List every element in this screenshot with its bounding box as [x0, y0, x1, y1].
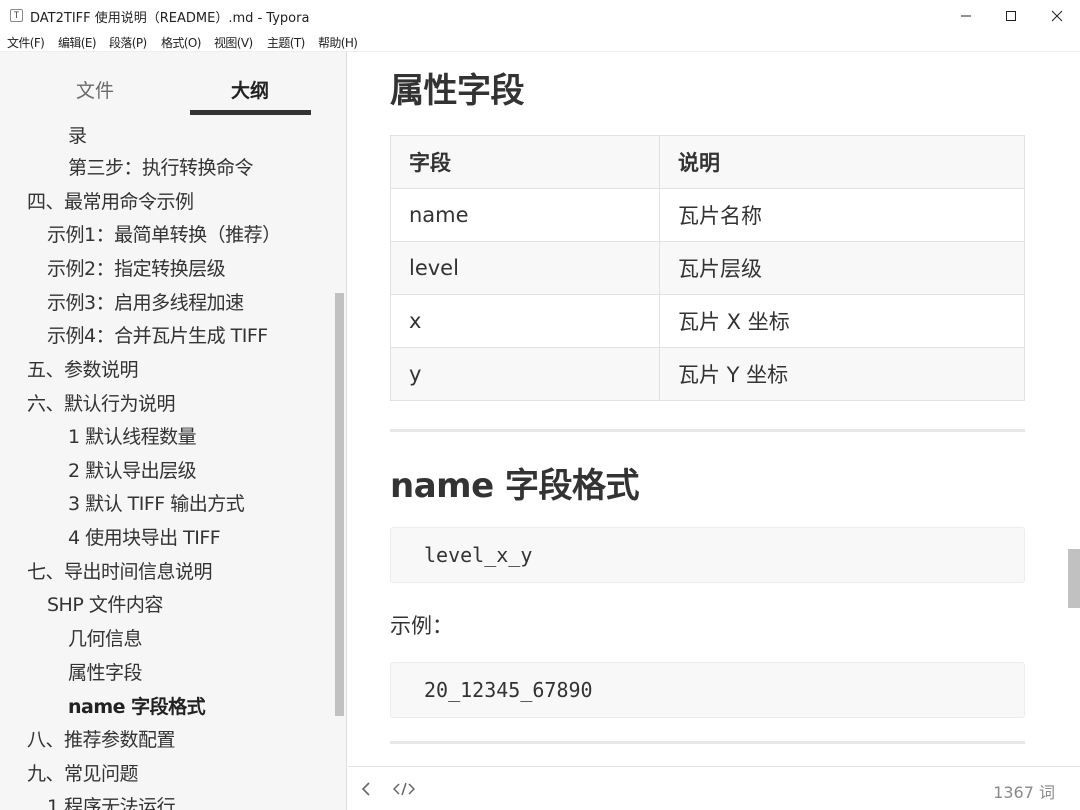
- outline-item[interactable]: 示例4：合并瓦片生成 TIFF: [47, 321, 268, 348]
- menu-file[interactable]: 文件(F): [7, 34, 45, 51]
- title-bar: T DAT2TIFF 使用说明（README）.md - Typora: [0, 0, 1080, 31]
- table-cell: 瓦片名称: [659, 188, 1025, 242]
- sidebar: 文件 大纲 录 第三步：执行转换命令 四、最常用命令示例 示例1：最简单转换（推…: [0, 52, 347, 810]
- table-cell: 瓦片层级: [659, 241, 1025, 295]
- menu-view[interactable]: 视图(V): [214, 34, 253, 51]
- outline-item-active[interactable]: name 字段格式: [68, 692, 206, 719]
- outline-item[interactable]: 五、参数说明: [27, 355, 139, 382]
- tab-files[interactable]: 文件: [76, 76, 114, 103]
- menu-help[interactable]: 帮助(H): [318, 34, 358, 51]
- outline-item[interactable]: 1 程序无法运行: [47, 792, 176, 810]
- maximize-icon: [1006, 10, 1016, 21]
- table-row: y 瓦片 Y 坐标: [390, 347, 1025, 401]
- table-cell: name: [390, 188, 660, 242]
- table-row: name 瓦片名称: [390, 188, 1025, 242]
- table-cell: y: [390, 347, 660, 401]
- active-tab-indicator: [190, 110, 311, 115]
- editor-content[interactable]: 属性字段 字段 说明 name 瓦片名称 level 瓦片层级 x 瓦片 X 坐…: [348, 52, 1080, 766]
- table-header-cell: 字段: [390, 135, 660, 189]
- menu-theme[interactable]: 主题(T): [267, 34, 305, 51]
- table-cell: 瓦片 Y 坐标: [659, 347, 1025, 401]
- sidebar-scrollbar-thumb[interactable]: [335, 293, 344, 716]
- typora-app-icon: T: [10, 9, 23, 22]
- menu-format[interactable]: 格式(O): [161, 34, 201, 51]
- close-icon: [1051, 10, 1063, 21]
- outline-item[interactable]: 示例3：启用多线程加速: [47, 288, 244, 315]
- close-button[interactable]: [1034, 0, 1080, 31]
- table-row: x 瓦片 X 坐标: [390, 294, 1025, 348]
- fields-table: 字段 说明 name 瓦片名称 level 瓦片层级 x 瓦片 X 坐标 y 瓦…: [390, 135, 1025, 401]
- tab-outline[interactable]: 大纲: [231, 76, 269, 103]
- example-label: 示例：: [390, 614, 453, 638]
- table-cell: 瓦片 X 坐标: [659, 294, 1025, 348]
- horizontal-rule: [390, 429, 1025, 432]
- word-count[interactable]: 1367 词: [993, 779, 1055, 803]
- code-block-example[interactable]: 20_12345_67890: [390, 662, 1025, 718]
- table-cell: level: [390, 241, 660, 295]
- outline-item[interactable]: 属性字段: [68, 658, 143, 685]
- outline-item[interactable]: SHP 文件内容: [47, 590, 163, 617]
- code-block-format[interactable]: level_x_y: [390, 527, 1025, 583]
- outline-item[interactable]: 六、默认行为说明: [27, 389, 176, 416]
- outline-item[interactable]: 第三步：执行转换命令: [68, 153, 254, 180]
- editor-scrollbar-thumb[interactable]: [1068, 549, 1080, 608]
- outline-item[interactable]: 九、常见问题: [27, 759, 139, 786]
- heading-name-format: name 字段格式: [390, 466, 639, 506]
- outline-item[interactable]: 几何信息: [68, 624, 143, 651]
- outline-item[interactable]: 1 默认线程数量: [68, 422, 197, 449]
- source-code-mode-button[interactable]: [392, 779, 416, 799]
- window-title: DAT2TIFF 使用说明（README）.md - Typora: [30, 11, 310, 26]
- outline-item[interactable]: 示例2：指定转换层级: [47, 254, 226, 281]
- outline-item[interactable]: 四、最常用命令示例: [27, 187, 194, 214]
- maximize-button[interactable]: [988, 0, 1034, 31]
- outline-item[interactable]: 4 使用块导出 TIFF: [68, 523, 221, 550]
- outline-item[interactable]: 八、推荐参数配置: [27, 725, 176, 752]
- minimize-icon: [961, 15, 971, 16]
- outline-item[interactable]: 3 默认 TIFF 输出方式: [68, 489, 245, 516]
- outline-item[interactable]: 录: [68, 121, 87, 148]
- outline-item[interactable]: 2 默认导出层级: [68, 456, 197, 483]
- table-header-row: 字段 说明: [390, 135, 1025, 189]
- chevron-left-icon: [361, 782, 370, 796]
- menu-bar: 文件(F) 编辑(E) 段落(P) 格式(O) 视图(V) 主题(T) 帮助(H…: [0, 31, 1080, 52]
- table-header-cell: 说明: [659, 135, 1025, 189]
- toggle-sidebar-button[interactable]: [356, 779, 376, 799]
- status-bar: 1367 词: [348, 766, 1080, 810]
- minimize-button[interactable]: [943, 0, 989, 31]
- code-icon: [393, 782, 415, 796]
- heading-attribute-fields: 属性字段: [390, 71, 525, 111]
- table-row: level 瓦片层级: [390, 241, 1025, 295]
- horizontal-rule: [390, 741, 1025, 744]
- menu-edit[interactable]: 编辑(E): [58, 34, 97, 51]
- outline-item[interactable]: 示例1：最简单转换（推荐）: [47, 220, 281, 247]
- menu-paragraph[interactable]: 段落(P): [109, 34, 147, 51]
- table-cell: x: [390, 294, 660, 348]
- outline-item[interactable]: 七、导出时间信息说明: [27, 557, 213, 584]
